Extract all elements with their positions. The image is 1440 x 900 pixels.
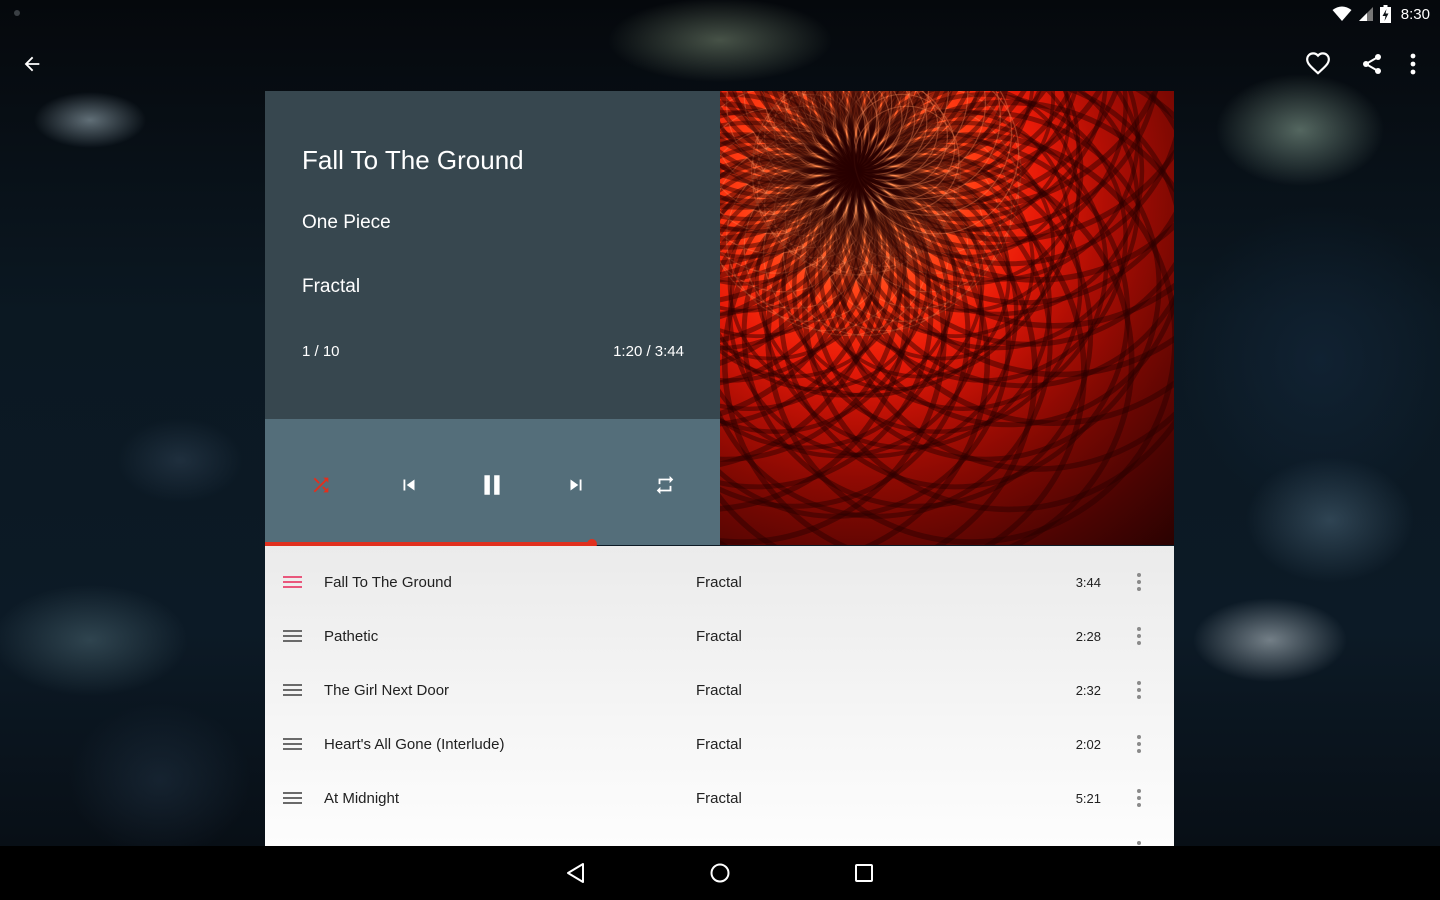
repeat-button[interactable] xyxy=(645,465,685,505)
track-artist: One Piece xyxy=(302,212,391,233)
more-vert-icon[interactable] xyxy=(1127,678,1151,702)
queue-row[interactable]: Pathetic Fractal 2:28 xyxy=(265,609,1174,663)
more-vert-icon xyxy=(1410,53,1416,75)
more-vert-icon[interactable] xyxy=(1127,838,1151,846)
favorite-icon xyxy=(1306,52,1330,75)
queue-row[interactable]: At Midnight Fractal 5:21 xyxy=(265,771,1174,825)
queue-row-duration: 5:21 xyxy=(1075,790,1101,806)
pause-button[interactable] xyxy=(472,465,512,505)
more-vert-icon[interactable] xyxy=(1127,624,1151,648)
share-icon xyxy=(1363,54,1381,74)
battery-charging-icon xyxy=(1379,5,1391,23)
queue-row[interactable]: The Girl Next Door Fractal 2:32 xyxy=(265,663,1174,717)
nav-recents-button[interactable] xyxy=(844,853,884,893)
next-button[interactable] xyxy=(556,465,596,505)
queue-position: 1 / 10 xyxy=(302,343,340,360)
more-vert-icon[interactable] xyxy=(1127,786,1151,810)
pause-icon xyxy=(484,475,500,495)
more-vert-icon[interactable] xyxy=(1127,570,1151,594)
queue-row-album: Fractal xyxy=(696,627,742,645)
drag-handle-icon[interactable] xyxy=(283,630,302,642)
queue-row-duration: 2:28 xyxy=(1075,628,1101,644)
elapsed-time: 1:20 / 3:44 xyxy=(613,343,684,360)
signal-icon xyxy=(1358,7,1373,21)
notification-dot-icon xyxy=(14,10,20,16)
album-artwork-pattern xyxy=(720,91,1174,545)
track-title: Fall To The Ground xyxy=(302,145,524,175)
nav-recents-icon xyxy=(855,864,873,882)
app-bar xyxy=(0,36,1440,92)
favorite-button[interactable] xyxy=(1298,44,1338,84)
wifi-icon xyxy=(1332,6,1352,21)
nav-home-icon xyxy=(710,863,730,883)
drag-handle-icon[interactable] xyxy=(283,684,302,696)
system-nav-bar xyxy=(0,846,1440,900)
shuffle-button[interactable] xyxy=(301,465,341,505)
skip-next-icon xyxy=(570,479,582,491)
queue-list: Fall To The Ground Fractal 3:44 Pathetic Fra… xyxy=(265,546,1174,846)
back-button[interactable] xyxy=(12,44,52,84)
nav-home-button[interactable] xyxy=(700,853,740,893)
more-vert-icon[interactable] xyxy=(1127,732,1151,756)
queue-row-album: Fractal xyxy=(696,789,742,807)
nav-back-button[interactable] xyxy=(556,853,596,893)
queue-row-album: Fractal xyxy=(696,681,742,699)
album-artwork xyxy=(720,91,1174,545)
more-options-button[interactable] xyxy=(1393,44,1433,84)
queue-row-title: The Girl Next Door xyxy=(324,681,450,699)
track-info-panel: Fall To The Ground One Piece Fractal 1 /… xyxy=(265,91,720,419)
repeat-icon xyxy=(656,475,674,495)
queue-row-duration: 3:44 xyxy=(1075,574,1101,590)
nav-back-icon xyxy=(567,863,584,883)
drag-handle-icon[interactable] xyxy=(283,576,302,588)
queue-row-album: Fractal xyxy=(696,735,742,753)
queue-row-title: Pathetic xyxy=(324,627,379,645)
queue-row[interactable]: Fall To The Ground Fractal 3:44 xyxy=(265,555,1174,609)
previous-button[interactable] xyxy=(389,465,429,505)
arrow-back-icon xyxy=(24,56,40,72)
status-bar: 8:30 xyxy=(0,0,1440,28)
queue-row-title: Fall To The Ground xyxy=(324,573,452,591)
drag-handle-icon[interactable] xyxy=(283,792,302,804)
now-playing-card: Fall To The Ground One Piece Fractal 1 /… xyxy=(265,91,1174,846)
share-button[interactable] xyxy=(1352,44,1392,84)
drag-handle-icon[interactable] xyxy=(283,738,302,750)
queue-row[interactable]: Heart's All Gone (Interlude) Fractal 2:02 xyxy=(265,717,1174,771)
queue-row-duration: 2:02 xyxy=(1075,736,1101,752)
queue-row-album: Fractal xyxy=(696,573,742,591)
queue-row-title: At Midnight xyxy=(324,789,400,807)
track-album: Fractal xyxy=(302,276,361,297)
playback-controls xyxy=(265,419,720,545)
queue-row-duration: 2:32 xyxy=(1075,682,1101,698)
queue-row-title: Heart's All Gone (Interlude) xyxy=(324,735,505,753)
shuffle-icon xyxy=(313,477,329,493)
clock: 8:30 xyxy=(1400,5,1430,23)
skip-previous-icon xyxy=(403,479,415,491)
